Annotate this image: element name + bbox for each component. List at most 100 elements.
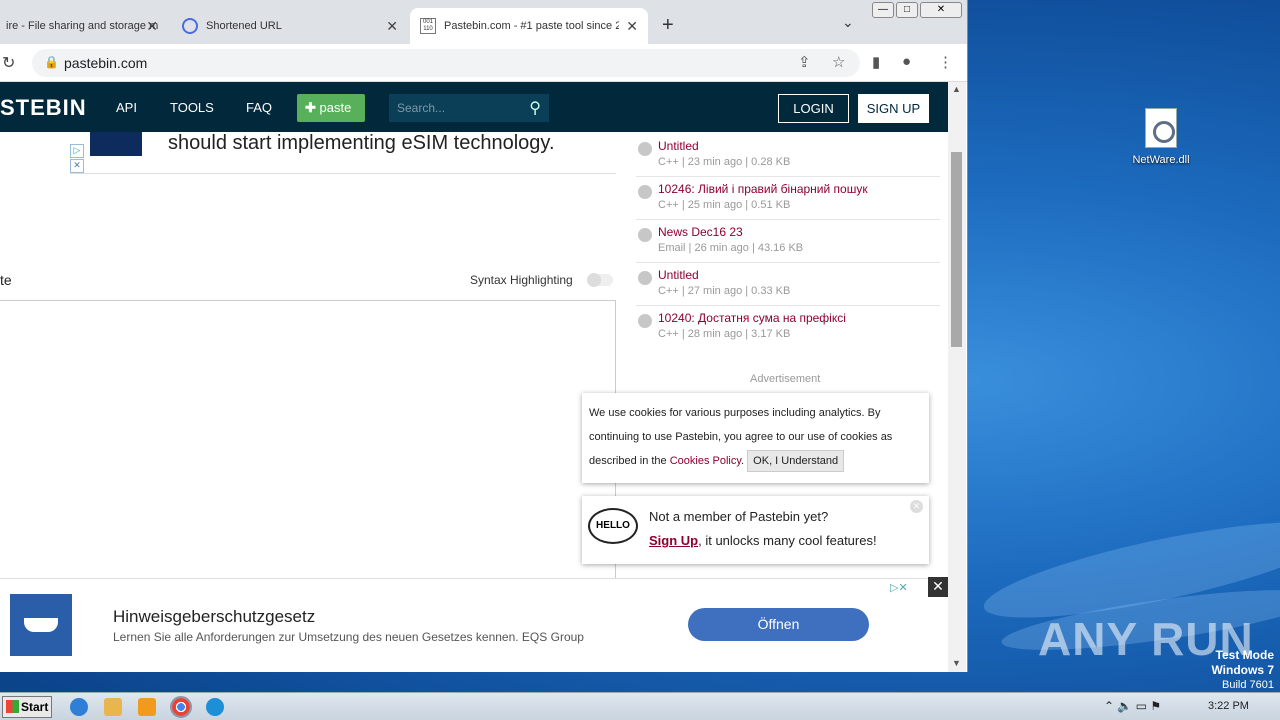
top-ad[interactable]: should start implementing eSIM technolog…: [70, 132, 616, 174]
chevron-down-icon[interactable]: ⌄: [842, 14, 854, 31]
cookie-ok-button[interactable]: OK, I Understand: [747, 450, 845, 472]
list-item[interactable]: 10240: Достатня сума на префіксі C++ | 28…: [636, 306, 940, 349]
member-features-text: , it unlocks many cool features!: [698, 533, 877, 548]
hello-bubble-icon: HELLO: [588, 508, 638, 544]
ad-title[interactable]: Hinweisgeberschutzgesetz: [113, 607, 315, 627]
nav-tools[interactable]: TOOLS: [170, 100, 214, 115]
tab-shortened-url[interactable]: Shortened URL ✕: [172, 8, 408, 44]
os-label: Windows 7: [1211, 663, 1274, 677]
taskbar: Start ⌃ 🔈 ▭ ⚑ 3:22 PM: [0, 692, 1280, 720]
scrollbar-thumb[interactable]: [951, 152, 962, 347]
close-icon[interactable]: ✕: [910, 500, 923, 513]
recent-pastes-list: Untitled C++ | 23 min ago | 0.28 KB 10246…: [636, 134, 940, 349]
nav-faq[interactable]: FAQ: [246, 100, 272, 115]
reload-icon[interactable]: ↻: [2, 53, 15, 73]
scroll-up-icon[interactable]: ▲: [952, 84, 961, 94]
share-icon[interactable]: ⇪: [798, 53, 811, 71]
page-scrollbar[interactable]: ▲ ▼: [948, 82, 966, 672]
list-item[interactable]: 10246: Лівий і правий бінарний пошук C++ …: [636, 177, 940, 220]
new-tab-icon[interactable]: +: [662, 14, 674, 37]
test-mode-text: Test Mode Windows 7 Build 7601: [1211, 648, 1274, 692]
tab-bar: ire - File sharing and storage m ✕ Short…: [0, 0, 967, 44]
window-controls: — □ ✕: [872, 2, 962, 18]
paste-title[interactable]: News Dec16 23: [658, 225, 940, 239]
paste-textarea[interactable]: [0, 300, 616, 580]
url-text[interactable]: pastebin.com: [64, 55, 147, 71]
close-icon[interactable]: ✕: [626, 18, 638, 35]
search-input[interactable]: Search... ⚲: [389, 94, 549, 122]
ad-text[interactable]: should start implementing eSIM technolog…: [168, 132, 555, 155]
nav-api[interactable]: API: [116, 100, 137, 115]
profile-icon[interactable]: ●: [902, 53, 911, 70]
globe-icon: [182, 18, 198, 34]
tab-pastebin[interactable]: 001 110 Pastebin.com - #1 paste tool sinc…: [410, 8, 648, 44]
signup-button[interactable]: SIGN UP: [858, 94, 929, 123]
paste-meta: Email | 26 min ago | 43.16 KB: [658, 242, 804, 254]
side-panel-icon[interactable]: ▮: [872, 53, 880, 71]
tab-title: Pastebin.com - #1 paste tool since 2: [444, 20, 619, 32]
paste-title[interactable]: 10240: Достатня сума на префіксі: [658, 311, 940, 325]
media-player-icon[interactable]: [138, 698, 156, 716]
paste-title[interactable]: Untitled: [658, 139, 940, 153]
build-label: Build 7601: [1222, 679, 1274, 691]
paste-label: paste: [319, 100, 352, 115]
ad-close-icon[interactable]: ✕: [70, 159, 84, 173]
new-paste-button[interactable]: ✚ paste: [297, 94, 365, 122]
menu-kebab-icon[interactable]: ⋮: [938, 53, 953, 71]
cookies-policy-link[interactable]: Cookies Policy: [670, 455, 741, 467]
edge-icon[interactable]: [206, 698, 224, 716]
paste-meta: C++ | 25 min ago | 0.51 KB: [658, 199, 791, 211]
scroll-down-icon[interactable]: ▼: [952, 658, 961, 668]
chrome-icon[interactable]: [170, 696, 192, 718]
folder-icon[interactable]: [104, 698, 122, 716]
cookie-banner: We use cookies for various purposes incl…: [582, 393, 929, 483]
url-box[interactable]: 🔒 pastebin.com: [32, 49, 860, 77]
list-item[interactable]: News Dec16 23 Email | 26 min ago | 43.16 …: [636, 220, 940, 263]
paste-title[interactable]: 10246: Лівий і правий бінарний пошук: [658, 182, 940, 196]
plus-icon: ✚: [305, 100, 316, 115]
pastebin-favicon-icon: 001 110: [420, 18, 436, 34]
new-paste-label: te: [0, 272, 12, 288]
paste-title[interactable]: Untitled: [658, 268, 940, 282]
desktop-file-netware[interactable]: NetWare.dll: [1126, 108, 1196, 166]
bottom-ad-banner[interactable]: Hinweisgeberschutzgesetz Lernen Sie alle…: [0, 577, 948, 668]
tab-file-sharing[interactable]: ire - File sharing and storage m ✕: [0, 8, 168, 44]
test-mode-label: Test Mode: [1215, 648, 1274, 662]
globe-icon: [638, 228, 652, 242]
close-icon[interactable]: ✕: [146, 18, 158, 35]
address-bar: ↻ 🔒 pastebin.com ⇪ ☆ ▮ ● ⋮: [0, 44, 967, 82]
list-item[interactable]: Untitled C++ | 27 min ago | 0.33 KB: [636, 263, 940, 306]
pastebin-header: STEBIN API TOOLS FAQ ✚ paste Search... ⚲…: [0, 82, 948, 132]
member-question: Not a member of Pastebin yet?: [649, 509, 829, 524]
close-window-icon[interactable]: ✕: [920, 2, 962, 18]
lock-icon[interactable]: 🔒: [44, 55, 59, 69]
globe-icon: [638, 185, 652, 199]
paste-meta: C++ | 23 min ago | 0.28 KB: [658, 156, 791, 168]
pastebin-logo[interactable]: STEBIN: [0, 95, 87, 121]
system-tray[interactable]: ⌃ 🔈 ▭ ⚑: [1104, 699, 1161, 713]
internet-explorer-icon[interactable]: [70, 698, 88, 716]
ad-logo: [10, 594, 72, 656]
syntax-toggle[interactable]: [587, 273, 613, 287]
member-promo: HELLO Not a member of Pastebin yet? Sign…: [582, 496, 929, 564]
paste-meta: C++ | 28 min ago | 3.17 KB: [658, 328, 791, 340]
ad-choices-icon[interactable]: ▷: [70, 144, 84, 158]
search-icon[interactable]: ⚲: [529, 98, 541, 118]
ad-image: [90, 132, 142, 156]
advertisement-label: Advertisement: [750, 373, 821, 385]
ad-open-button[interactable]: Öffnen: [688, 608, 869, 641]
globe-icon: [638, 314, 652, 328]
login-button[interactable]: LOGIN: [778, 94, 849, 123]
ad-choices-icon[interactable]: ▷✕: [890, 581, 908, 594]
close-icon[interactable]: ✕: [928, 577, 948, 597]
member-signup-link[interactable]: Sign Up: [649, 533, 698, 548]
start-button[interactable]: Start: [2, 696, 52, 718]
globe-icon: [638, 271, 652, 285]
bookmark-star-icon[interactable]: ☆: [832, 53, 845, 71]
list-item[interactable]: Untitled C++ | 23 min ago | 0.28 KB: [636, 134, 940, 177]
minimize-icon[interactable]: —: [872, 2, 894, 18]
tab-title: Shortened URL: [206, 20, 282, 32]
close-icon[interactable]: ✕: [386, 18, 398, 35]
maximize-icon[interactable]: □: [896, 2, 918, 18]
paste-meta: C++ | 27 min ago | 0.33 KB: [658, 285, 791, 297]
